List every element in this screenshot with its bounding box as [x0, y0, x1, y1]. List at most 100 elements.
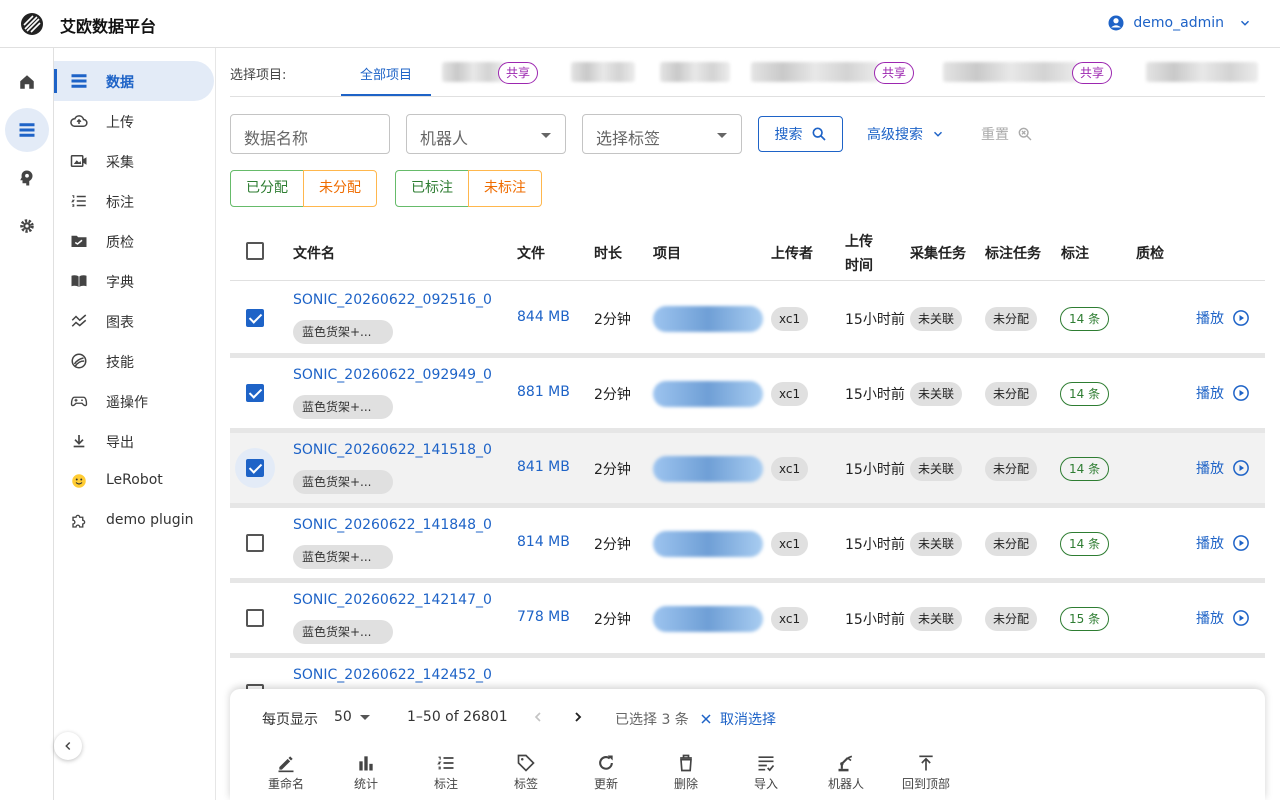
robot-button[interactable]: 机器人 [816, 753, 876, 792]
file-size-link[interactable]: 881 MB [517, 384, 570, 400]
user-menu[interactable]: demo_admin [1107, 14, 1252, 32]
tag-chip: 蓝色货架+... [293, 470, 393, 494]
header-annotation[interactable]: 标注 [1061, 243, 1089, 263]
table-row[interactable]: SONIC_20260622_141518_0 蓝色货架+... 841 MB … [230, 433, 1265, 503]
filter-unassigned[interactable]: 未分配 [303, 170, 377, 207]
file-name-link[interactable]: SONIC_20260622_141518_0 [293, 442, 492, 458]
table-row[interactable]: SONIC_20260622_141848_0 蓝色货架+... 814 MB … [230, 508, 1265, 578]
back-to-top-button[interactable]: 回到顶部 [896, 753, 956, 792]
play-button[interactable]: 播放 [1196, 608, 1250, 628]
bulk-action-panel: 每页显示 50 1–50 of 26801 已选择 3 条 取消选择 重命名 统… [230, 689, 1265, 800]
advanced-search-button[interactable]: 高级搜索 [867, 124, 945, 144]
tag-chip: 蓝色货架+... [293, 545, 393, 569]
select-all-checkbox[interactable] [246, 242, 264, 260]
sidebar-item-demo-plugin[interactable]: demo plugin [54, 501, 214, 541]
cancel-selection-button[interactable]: 取消选择 [700, 709, 776, 729]
project-tab-redacted[interactable] [751, 62, 879, 82]
sidebar-item-teleop[interactable]: 遥操作 [54, 381, 214, 421]
row-checkbox[interactable] [246, 309, 264, 327]
storage-icon [19, 123, 35, 137]
tag-select[interactable]: 选择标签 [582, 114, 742, 154]
action-label: 标签 [513, 777, 538, 791]
sidebar-item-skills[interactable]: 技能 [54, 341, 214, 381]
rename-button[interactable]: 重命名 [256, 753, 316, 792]
filter-annotated[interactable]: 已标注 [395, 170, 469, 207]
play-button[interactable]: 播放 [1196, 533, 1250, 553]
import-button[interactable]: 导入 [736, 753, 796, 792]
logo-icon [21, 13, 43, 35]
header-upload-time[interactable]: 上传 [845, 231, 873, 251]
file-size-link[interactable]: 844 MB [517, 309, 570, 325]
statistics-button[interactable]: 统计 [336, 753, 396, 792]
file-size-link[interactable]: 778 MB [517, 609, 570, 625]
sidebar-item-lerobot[interactable]: LeRobot [54, 461, 214, 501]
table-row[interactable]: SONIC_20260622_092516_0 蓝色货架+... 844 MB … [230, 283, 1265, 353]
header-uploader[interactable]: 上传者 [771, 243, 813, 263]
sidebar-item-qc[interactable]: 质检 [54, 221, 214, 261]
rows-per-page-select[interactable]: 50 [334, 709, 370, 725]
row-checkbox[interactable] [246, 534, 264, 552]
sidebar-item-capture[interactable]: 采集 [54, 141, 214, 181]
annotate-button[interactable]: 标注 [416, 753, 476, 792]
reset-button[interactable]: 重置 [981, 124, 1033, 144]
header-annotate-task[interactable]: 标注任务 [985, 243, 1041, 263]
annotate-task-chip: 未分配 [985, 457, 1038, 481]
sidebar-item-dictionary[interactable]: 字典 [54, 261, 214, 301]
filter-assigned[interactable]: 已分配 [230, 170, 304, 207]
sidebar-item-charts[interactable]: 图表 [54, 301, 214, 341]
robot-select[interactable]: 机器人 [406, 114, 566, 154]
extension-icon [70, 512, 88, 530]
delete-button[interactable]: 删除 [656, 753, 716, 792]
dataset-name-input[interactable]: 数据名称 [230, 114, 390, 154]
row-checkbox[interactable] [246, 459, 264, 477]
sidebar-item-annotate[interactable]: 标注 [54, 181, 214, 221]
table-row[interactable]: SONIC_20260622_142147_0 蓝色货架+... 778 MB … [230, 583, 1265, 653]
chevron-down-icon [1240, 20, 1250, 26]
row-checkbox[interactable] [246, 609, 264, 627]
header-upload-time-line2[interactable]: 时间 [845, 255, 873, 275]
rail-data[interactable] [5, 108, 49, 152]
table-row[interactable]: SONIC_20260622_092949_0 蓝色货架+... 881 MB … [230, 358, 1265, 428]
tab-all-projects[interactable]: 全部项目 [342, 64, 430, 83]
sidebar-item-data[interactable]: 数据 [54, 61, 214, 101]
filter-unannotated[interactable]: 未标注 [468, 170, 542, 207]
sidebar-item-upload[interactable]: 上传 [54, 101, 214, 141]
project-tab-redacted[interactable] [660, 62, 730, 82]
project-tab-redacted[interactable] [442, 62, 504, 82]
file-size-link[interactable]: 814 MB [517, 534, 570, 550]
file-name-link[interactable]: SONIC_20260622_092949_0 [293, 367, 492, 383]
edit-icon [278, 756, 294, 773]
play-button[interactable]: 播放 [1196, 458, 1250, 478]
chevron-right-icon[interactable] [570, 709, 586, 725]
refresh-button[interactable]: 更新 [576, 753, 636, 792]
file-name-link[interactable]: SONIC_20260622_142452_0 [293, 667, 492, 683]
project-tab-redacted[interactable] [571, 62, 635, 82]
rail-home[interactable] [5, 60, 49, 104]
file-size-link[interactable]: 841 MB [517, 459, 570, 475]
chevron-left-icon[interactable] [530, 709, 546, 725]
project-tab-redacted[interactable] [943, 62, 1078, 82]
rail-settings[interactable] [5, 204, 49, 248]
header-duration[interactable]: 时长 [594, 243, 622, 263]
sidebar-item-export[interactable]: 导出 [54, 421, 214, 461]
row-checkbox[interactable] [246, 384, 264, 402]
header-project[interactable]: 项目 [653, 243, 681, 263]
play-button[interactable]: 播放 [1196, 383, 1250, 403]
rail-ai[interactable] [5, 156, 49, 200]
header-file[interactable]: 文件 [517, 243, 545, 263]
file-name-link[interactable]: SONIC_20260622_092516_0 [293, 292, 492, 308]
account-icon [1108, 15, 1124, 31]
file-name-link[interactable]: SONIC_20260622_141848_0 [293, 517, 492, 533]
header-qc[interactable]: 质检 [1136, 243, 1164, 263]
header-filename[interactable]: 文件名 [293, 243, 335, 263]
collapse-sidebar-button[interactable] [54, 732, 82, 760]
tag-button[interactable]: 标签 [496, 753, 556, 792]
duration: 2分钟 [594, 612, 631, 628]
search-button[interactable]: 搜索 [758, 116, 843, 152]
header-collect-task[interactable]: 采集任务 [910, 243, 966, 263]
play-button[interactable]: 播放 [1196, 308, 1250, 328]
file-name-link[interactable]: SONIC_20260622_142147_0 [293, 592, 492, 608]
robot-select-placeholder: 机器人 [420, 129, 469, 148]
project-tab-redacted[interactable] [1146, 62, 1258, 82]
annotation-count-chip: 14 条 [1060, 307, 1110, 331]
